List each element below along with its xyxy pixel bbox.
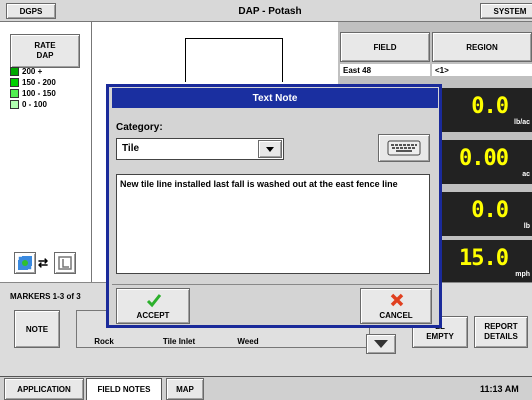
speed-readout: 15.0 mph bbox=[440, 240, 532, 284]
screen-title: DAP - Potash bbox=[238, 5, 302, 17]
keyboard-icon bbox=[387, 140, 421, 156]
tab-application[interactable]: APPLICATION bbox=[4, 378, 84, 400]
legend-row: 100 - 150 bbox=[10, 88, 56, 98]
marker-item[interactable]: Weed bbox=[216, 334, 280, 348]
toggle-arrows-icon: ⇄ bbox=[38, 256, 49, 270]
area-readout-unit: ac bbox=[522, 171, 530, 178]
legend-swatch bbox=[10, 66, 19, 76]
tab-map[interactable]: MAP bbox=[166, 378, 204, 400]
category-label: Category: bbox=[116, 122, 163, 133]
rate-product-label: DAP bbox=[36, 51, 54, 60]
field-boundary-shape bbox=[185, 38, 283, 82]
chevron-down-icon bbox=[374, 340, 388, 348]
rate-product-button[interactable]: RATE DAP bbox=[10, 34, 80, 68]
field-column-header[interactable]: FIELD bbox=[340, 32, 430, 62]
report-line2: DETAILS bbox=[484, 332, 518, 341]
legend-row: 0 - 100 bbox=[10, 99, 47, 109]
rate-readout: 0.0 lb/ac bbox=[440, 88, 532, 132]
empty-button-line2: EMPTY bbox=[426, 332, 454, 341]
speed-readout-value: 15.0 bbox=[459, 246, 509, 271]
clock: 11:13 AM bbox=[480, 384, 519, 394]
markers-count-label: MARKERS 1-3 of 3 bbox=[10, 292, 81, 301]
chevron-down-icon bbox=[266, 146, 274, 152]
area-readout: 0.00 ac bbox=[440, 140, 532, 184]
dialog-title: Text Note bbox=[112, 88, 438, 108]
speed-readout-unit: mph bbox=[515, 271, 530, 278]
keyboard-button[interactable] bbox=[378, 134, 430, 162]
marker-item[interactable]: Rock bbox=[78, 334, 130, 348]
dialog-divider bbox=[112, 284, 438, 285]
legend-label: 100 - 150 bbox=[22, 88, 56, 98]
cancel-label: CANCEL bbox=[379, 311, 413, 320]
scroll-down-button[interactable] bbox=[366, 334, 396, 354]
legend-row: 150 - 200 bbox=[10, 77, 56, 87]
zoom-extents-icon[interactable] bbox=[14, 252, 36, 274]
rate-label: RATE bbox=[34, 41, 56, 50]
note-text: New tile line installed last fall is was… bbox=[120, 179, 398, 189]
note-button[interactable]: NOTE bbox=[14, 310, 60, 348]
field-value: East 48 bbox=[340, 64, 430, 76]
total-readout-value: 0.0 bbox=[471, 198, 509, 223]
category-dropdown-button[interactable] bbox=[258, 140, 282, 158]
legend-label: 150 - 200 bbox=[22, 77, 56, 87]
region-column-header[interactable]: REGION bbox=[432, 32, 532, 62]
dgps-status-button[interactable]: DGPS bbox=[6, 3, 56, 19]
accept-button[interactable]: ACCEPT bbox=[116, 288, 190, 324]
accept-label: ACCEPT bbox=[136, 311, 170, 320]
legend-swatch bbox=[10, 88, 19, 98]
report-line1: REPORT bbox=[484, 322, 518, 331]
cancel-button[interactable]: CANCEL bbox=[360, 288, 432, 324]
tab-field-notes[interactable]: FIELD NOTES bbox=[86, 378, 162, 400]
legend-label: 200 + bbox=[22, 66, 43, 76]
legend-swatch bbox=[10, 77, 19, 87]
category-value: Tile bbox=[122, 143, 140, 154]
total-readout-unit: lb bbox=[523, 223, 530, 230]
rate-readout-unit: lb/ac bbox=[514, 119, 530, 126]
legend-swatch bbox=[10, 99, 19, 109]
legend-row: 200 + bbox=[10, 66, 42, 76]
total-readout: 0.0 lb bbox=[440, 192, 532, 236]
marker-item[interactable]: Tile Inlet bbox=[144, 334, 214, 348]
area-readout-value: 0.00 bbox=[459, 146, 509, 171]
map-view-icon[interactable] bbox=[54, 252, 76, 274]
system-button[interactable]: SYSTEM bbox=[480, 3, 532, 19]
close-icon bbox=[390, 293, 404, 307]
checkmark-icon bbox=[146, 294, 162, 308]
report-details-button[interactable]: REPORT DETAILS bbox=[474, 316, 528, 348]
legend-label: 0 - 100 bbox=[22, 99, 47, 109]
region-value: <1> bbox=[432, 64, 532, 76]
rate-readout-value: 0.0 bbox=[471, 94, 509, 119]
